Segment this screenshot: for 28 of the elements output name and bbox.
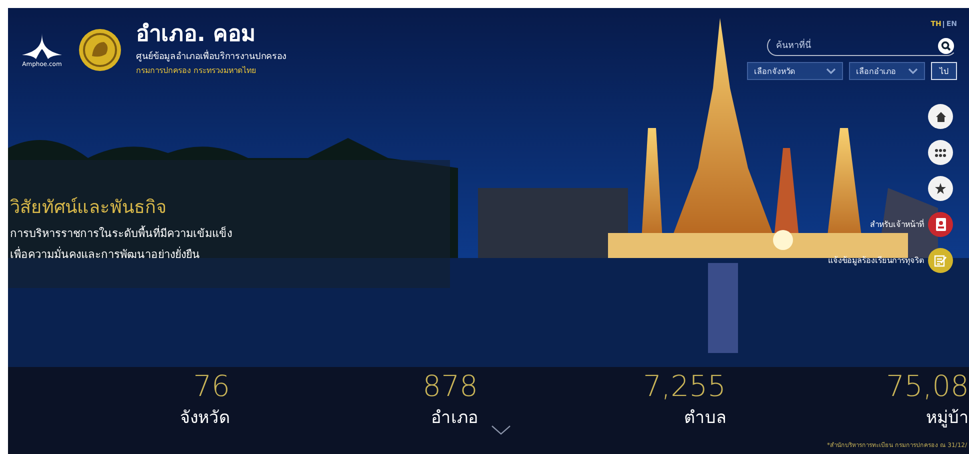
site-title: อำเภอ. คอม: [136, 23, 258, 48]
search-icon[interactable]: [938, 38, 954, 54]
stat-value: 76: [193, 371, 230, 403]
agency-name: กรมการปกครอง กระทรวงมหาดไทย: [136, 64, 258, 77]
stat-value: 75,08: [886, 371, 969, 403]
side-menu-label[interactable]: สำหรับเจ้าหน้าที่: [870, 218, 924, 231]
chevron-down-icon[interactable]: [908, 68, 918, 74]
vision-text: เพื่อความมั่นคงและการพัฒนาอย่างยั่งยืน: [10, 246, 201, 263]
stat-label: จังหวัด: [180, 406, 230, 430]
home-icon[interactable]: [936, 112, 946, 122]
dropdown[interactable]: เลือกอำเภอ: [849, 62, 925, 80]
stat-label: อำเภอ: [431, 406, 478, 430]
vision-title: วิสัยทัศน์และพันธกิจ: [10, 196, 168, 220]
stat-label: หมู่บ้า: [926, 406, 969, 430]
side-menu-label[interactable]: แจ้งข้อมูลร้องเรียนการทุจริต: [828, 254, 924, 267]
grid-icon[interactable]: [935, 148, 946, 156]
chevron-down-icon[interactable]: [491, 425, 511, 435]
site-subtitle: ศูนย์ข้อมูลอำเภอเพื่อบริการงานปกครอง: [136, 48, 286, 63]
dropdown[interactable]: เลือกจังหวัด: [747, 62, 843, 80]
chevron-down-icon[interactable]: [826, 68, 836, 74]
stat-value: 878: [422, 371, 478, 403]
stat-value: 7,255: [642, 371, 726, 403]
seal-icon: [78, 28, 122, 72]
go-button[interactable]: ไป: [931, 62, 957, 80]
id-card-icon[interactable]: [936, 218, 946, 231]
stat-label: ตำบล: [684, 406, 726, 430]
vision-text: การบริหารราชการในระดับพื้นที่มีความเข้มแข็ง: [10, 224, 233, 242]
star-icon[interactable]: [935, 183, 946, 194]
